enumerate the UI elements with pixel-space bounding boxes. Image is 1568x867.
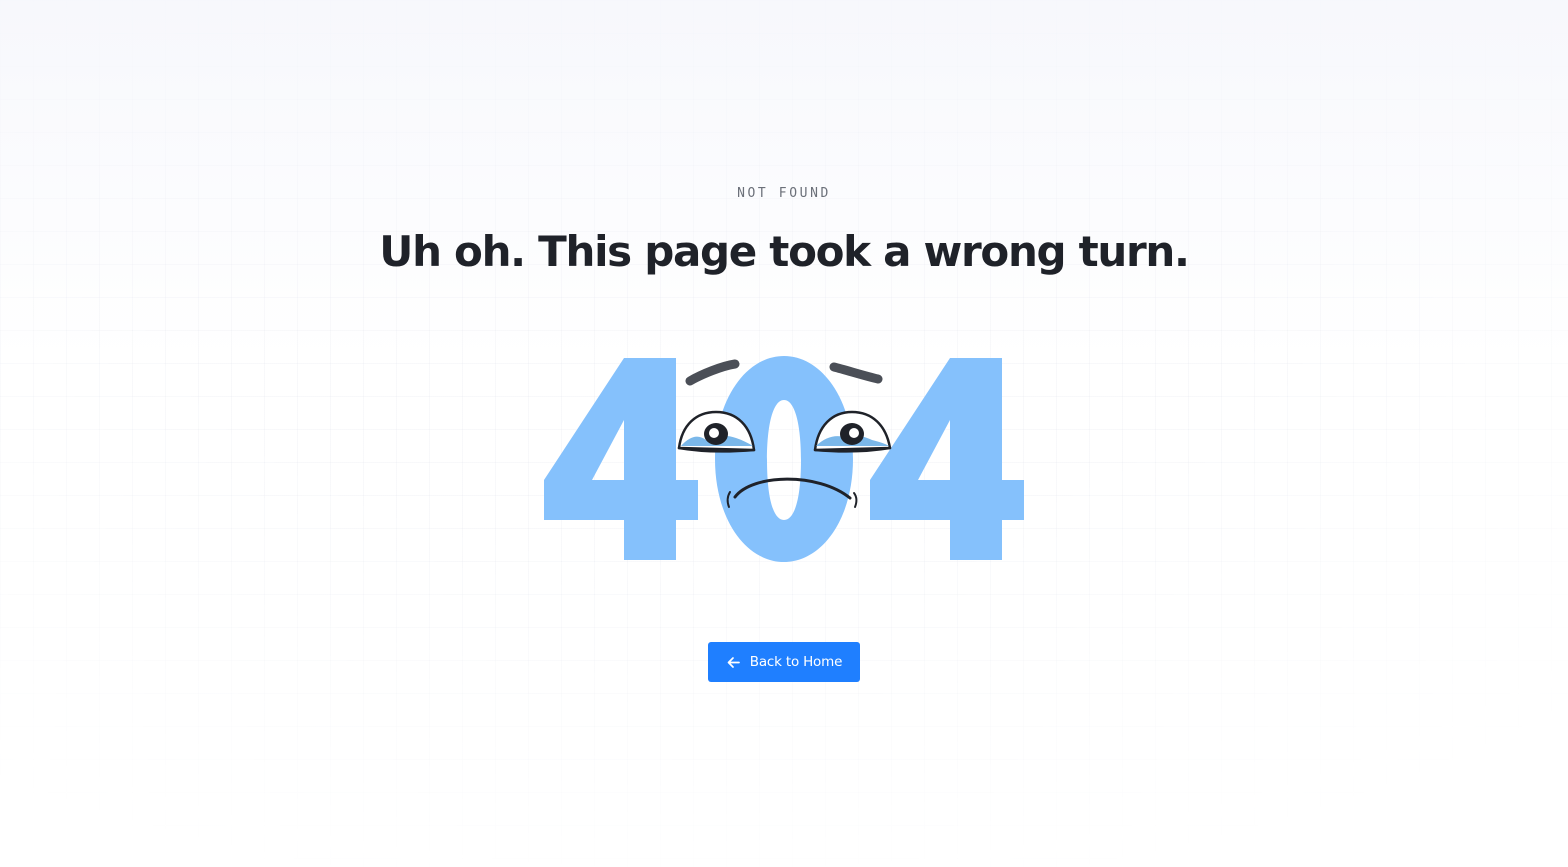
arrow-left-icon: [726, 655, 741, 670]
right-eyebrow: [829, 362, 883, 384]
digit-four-left: [544, 358, 698, 560]
status-eyebrow: NOT FOUND: [737, 186, 831, 201]
page-title: Uh oh. This page took a wrong turn.: [379, 227, 1190, 276]
back-to-home-button[interactable]: Back to Home: [708, 642, 860, 682]
digit-zero: [715, 356, 853, 562]
left-eyebrow: [685, 359, 740, 386]
404-illustration: [544, 356, 1024, 562]
background-tint: [0, 0, 1568, 360]
digit-four-right: [870, 358, 1024, 560]
back-to-home-label: Back to Home: [749, 654, 843, 670]
